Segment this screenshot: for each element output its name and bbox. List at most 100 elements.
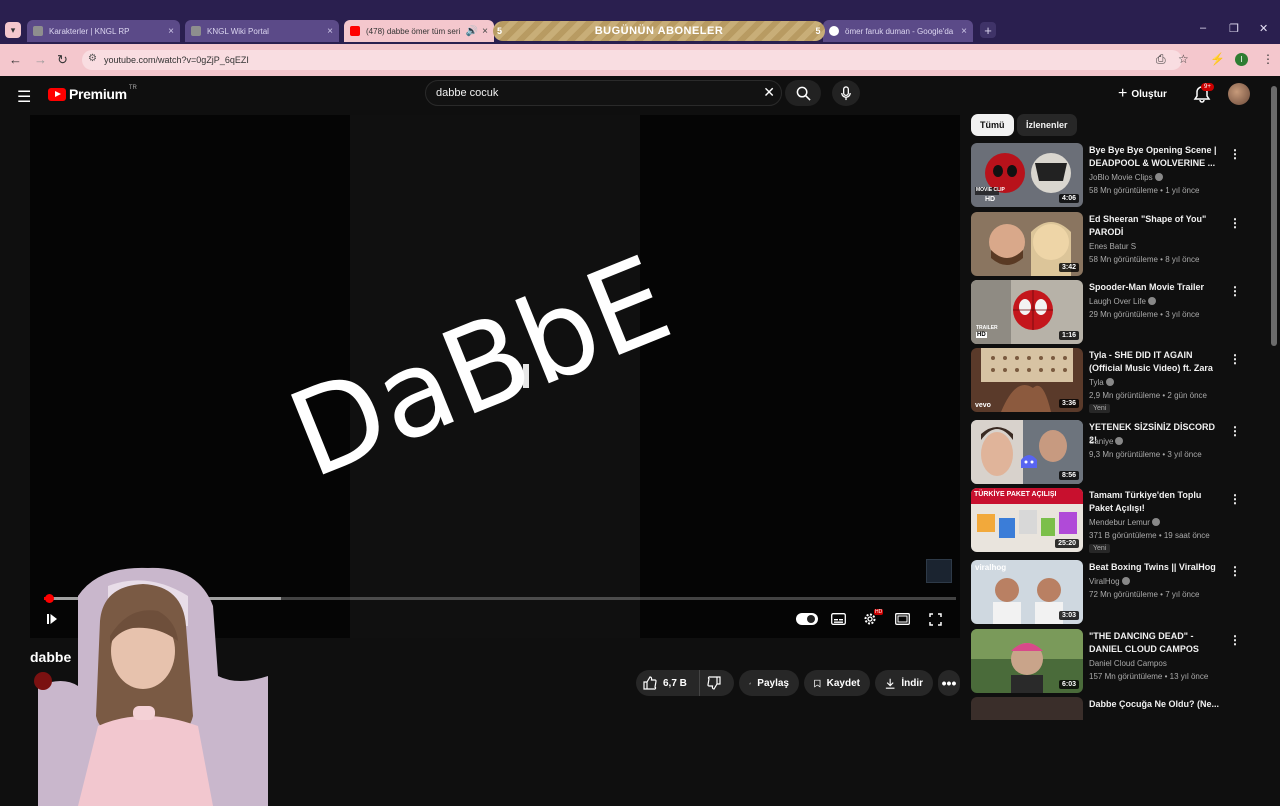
channel-name[interactable]: Saniye [1089,436,1124,446]
chip-all[interactable]: Tümü [971,114,1014,136]
age: 3 yıl önce [1167,450,1202,459]
channel-name[interactable]: ViralHog [1089,576,1130,586]
subtitles-button[interactable] [830,611,846,627]
minimize-icon[interactable]: – [1200,22,1206,34]
close-tab-icon[interactable]: × [327,26,333,37]
more-options-icon[interactable]: ⋮ [1229,147,1241,161]
forward-icon[interactable]: → [34,52,47,67]
browser-tab[interactable]: ömer faruk duman - Google'da × [823,20,973,42]
bookmark-star-icon[interactable]: ☆ [1178,52,1189,66]
channel-name[interactable]: JoBlo Movie Clips [1089,172,1163,182]
new-tab-button[interactable]: + [980,22,996,38]
video-thumbnail[interactable]: TRAILER HD 1:16 [971,280,1083,344]
page-scrollbar[interactable] [1270,86,1278,346]
like-button[interactable]: 6,7 B [636,670,700,696]
video-title[interactable]: Ed Sheeran "Shape of You" PARODİ [1089,213,1219,238]
end-screen-thumbnail[interactable] [926,559,952,583]
video-title[interactable]: Dabbe Çocuğa Ne Oldu? (Ne... [1089,698,1219,711]
browser-tab[interactable]: Karakterler | KNGL RP × [27,20,180,42]
video-thumbnail[interactable] [971,697,1083,720]
profile-avatar[interactable]: I [1235,53,1248,66]
video-thumbnail[interactable]: viralhog 3:03 [971,560,1083,624]
browser-tab-active[interactable]: (478) dabbe ömer tüm seri 🔊 × [344,20,494,42]
video-player[interactable]: DaBbE [30,115,960,638]
recommendation-item[interactable]: Dabbe Çocuğa Ne Oldu? (Ne... [971,697,1241,720]
video-title[interactable]: "THE DANCING DEAD" - DANIEL CLOUD CAMPOS [1089,630,1219,655]
channel-name[interactable]: Mendebur Lemur [1089,517,1160,527]
fullscreen-button[interactable] [927,611,943,627]
channel-name[interactable]: Laugh Over Life [1089,296,1156,306]
video-title[interactable]: Tamamı Türkiye'den Toplu Paket Açılışı! [1089,489,1219,514]
back-icon[interactable]: ← [9,52,22,67]
tab-search-button[interactable]: ▾ [5,22,21,38]
video-title[interactable]: Beat Boxing Twins || ViralHog [1089,561,1219,574]
search-button[interactable] [785,80,821,106]
close-tab-icon[interactable]: × [168,26,174,37]
views: 58 Mn görüntüleme [1089,255,1158,264]
subscriber-banner: 5 BUGÜNÜN ABONELER 5 [493,21,825,41]
thumbnail-label: TRAILER [976,325,998,331]
vevo-watermark: vevo [975,402,991,409]
video-thumbnail[interactable]: TÜRKİYE PAKET AÇILIŞI 25:20 [971,488,1083,552]
create-button[interactable]: + Oluştur [1118,84,1167,104]
browser-menu-icon[interactable]: ⋮ [1262,52,1274,66]
clear-search-icon[interactable]: ✕ [763,84,775,101]
url-field[interactable]: ⚙ youtube.com/watch?v=0gZjP_6qEZI [82,50,1182,70]
more-options-icon[interactable]: ⋮ [1229,284,1241,298]
more-options-icon[interactable]: ⋮ [1229,352,1241,366]
browser-tab[interactable]: KNGL Wiki Portal × [185,20,339,42]
autoplay-toggle[interactable] [796,613,818,625]
download-button[interactable]: İndir [875,670,933,696]
recommendation-item[interactable]: 6:03 "THE DANCING DEAD" - DANIEL CLOUD C… [971,629,1241,693]
share-button[interactable]: Paylaş [739,670,799,696]
video-title[interactable]: Tyla - SHE DID IT AGAIN (Official Music … [1089,349,1219,374]
youtube-logo[interactable]: Premium TR [48,85,137,102]
speaker-icon[interactable]: 🔊 [466,26,478,37]
voice-search-button[interactable] [832,80,860,106]
miniplayer-button[interactable] [894,611,910,627]
video-title[interactable]: Spooder-Man Movie Trailer [1089,281,1219,294]
video-thumbnail[interactable]: MOVIE CLIP HD 4:06 [971,143,1083,207]
chip-watched[interactable]: İzlenenler [1017,114,1077,136]
close-tab-icon[interactable]: × [961,26,967,37]
video-thumbnail[interactable]: 8:56 [971,420,1083,484]
recommendation-item[interactable]: MOVIE CLIP HD 4:06 Bye Bye Bye Opening S… [971,143,1241,207]
site-info-icon[interactable]: ⚙ [88,53,97,64]
recommendation-item[interactable]: 8:56 YETENEK SİZSİNİZ DİSCORD 2! Saniye … [971,420,1241,484]
channel-name[interactable]: Enes Batur S [1089,242,1136,251]
hamburger-menu-icon[interactable]: ☰ [17,87,31,107]
video-thumbnail[interactable]: vevo 3:36 [971,348,1083,412]
recommendation-item[interactable]: TRAILER HD 1:16 Spooder-Man Movie Traile… [971,280,1241,344]
recommendation-item[interactable]: TÜRKİYE PAKET AÇILIŞI 25:20 Tamamı Türki… [971,488,1241,553]
scrollbar-thumb[interactable] [1271,86,1277,346]
close-window-icon[interactable]: ✕ [1259,22,1268,35]
more-actions-button[interactable]: ••• [938,670,960,696]
video-title[interactable]: Bye Bye Bye Opening Scene | DEADPOOL & W… [1089,144,1219,169]
reload-icon[interactable]: ↻ [57,52,68,68]
channel-name-text: JoBlo Movie Clips [1089,173,1153,182]
account-avatar[interactable] [1228,83,1250,105]
extensions-icon[interactable]: ⚡ [1210,52,1225,66]
channel-avatar[interactable] [34,672,52,690]
recommendation-item[interactable]: 3:42 Ed Sheeran "Shape of You" PARODİ En… [971,212,1241,276]
more-options-icon[interactable]: ⋮ [1229,492,1241,506]
maximize-icon[interactable]: ❐ [1229,22,1239,35]
thumbnail-label: TÜRKİYE PAKET AÇILIŞI [974,491,1057,498]
recommendation-item[interactable]: vevo 3:36 Tyla - SHE DID IT AGAIN (Offic… [971,348,1241,413]
video-thumbnail[interactable]: 3:42 [971,212,1083,276]
search-query: dabbe cocuk [436,87,499,99]
install-app-icon[interactable]: ⎙ [1156,52,1166,67]
search-input[interactable]: dabbe cocuk ✕ [425,80,782,106]
recommendation-item[interactable]: viralhog 3:03 Beat Boxing Twins || Viral… [971,560,1241,624]
more-options-icon[interactable]: ⋮ [1229,633,1241,647]
views: 157 Mn görüntüleme [1089,672,1163,681]
dislike-button[interactable] [700,676,734,690]
channel-name[interactable]: Daniel Cloud Campos [1089,659,1167,668]
save-button[interactable]: Kaydet [804,670,870,696]
more-options-icon[interactable]: ⋮ [1229,564,1241,578]
video-thumbnail[interactable]: 6:03 [971,629,1083,693]
more-options-icon[interactable]: ⋮ [1229,424,1241,438]
channel-name[interactable]: Tyla [1089,377,1114,387]
more-options-icon[interactable]: ⋮ [1229,216,1241,230]
close-tab-icon[interactable]: × [482,26,488,37]
